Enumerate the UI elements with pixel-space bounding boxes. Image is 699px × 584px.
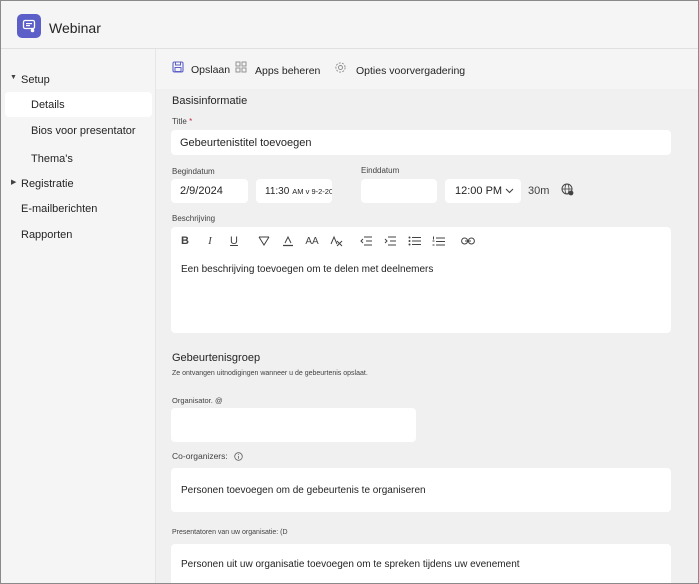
start-time-value: 11:30: [265, 185, 290, 197]
sidebar-item-setup[interactable]: Setup: [21, 74, 50, 86]
start-date-label: Begindatum: [172, 167, 215, 176]
title-input[interactable]: Gebeurtenistitel toevoegen: [171, 130, 671, 155]
description-label: Beschrijving: [172, 214, 216, 223]
presenters-label: Presentatoren van uw organisatie: (D: [172, 529, 288, 536]
numbered-list-icon[interactable]: [428, 233, 448, 249]
app-header: Webinar: [1, 1, 698, 49]
coorganizers-label-text: Co-organizers:: [172, 451, 228, 461]
organizer-field[interactable]: [171, 408, 416, 442]
save-button[interactable]: Opslaan: [191, 64, 230, 76]
start-time-extra: AM v 9-2-2024: [292, 186, 332, 196]
organizer-label: Organisator. @: [172, 396, 223, 405]
sidebar-item-reports[interactable]: Rapporten: [21, 229, 72, 241]
timezone-globe-icon[interactable]: [561, 183, 574, 196]
sidebar-item-label: Details: [31, 99, 65, 111]
gear-icon[interactable]: [334, 61, 347, 74]
bold-button[interactable]: B: [175, 233, 195, 249]
underline-button[interactable]: U: [224, 233, 244, 249]
end-date-field[interactable]: [361, 179, 437, 203]
coorganizers-placeholder: Personen toevoegen om de gebeurtenis te …: [181, 484, 426, 496]
description-editor[interactable]: B I U AA Een beschrijving toevoegen om t…: [171, 227, 671, 333]
sidebar-item-details[interactable]: Details: [5, 92, 152, 117]
required-marker: *: [189, 117, 193, 126]
section-event-group: Gebeurtenisgroep: [172, 352, 261, 364]
meeting-options-button[interactable]: Opties voorvergadering: [356, 65, 465, 77]
apps-icon[interactable]: [235, 61, 247, 73]
main-panel: Opslaan Apps beheren Opties voorvergader…: [156, 49, 698, 583]
start-date-value: 2/9/2024: [180, 185, 223, 197]
toolbar: Opslaan Apps beheren Opties voorvergader…: [156, 49, 698, 89]
end-date-label: Einddatum: [361, 166, 400, 175]
font-color-icon[interactable]: [278, 233, 298, 249]
presenters-placeholder: Personen uit uw organisatie toevoegen om…: [181, 559, 520, 570]
bulleted-list-icon[interactable]: [404, 233, 424, 249]
sidebar: ▼ Setup Details Bios voor presentator Th…: [1, 49, 156, 583]
highlight-icon[interactable]: [254, 233, 274, 249]
sidebar-item-themes[interactable]: Thema's: [31, 153, 73, 165]
font-size-button[interactable]: AA: [302, 233, 322, 249]
sidebar-item-email[interactable]: E-mailberichten: [21, 203, 97, 215]
title-label: Title *: [172, 117, 192, 126]
coorganizers-field[interactable]: Personen toevoegen om de gebeurtenis te …: [171, 468, 671, 512]
link-icon[interactable]: [458, 233, 478, 249]
editor-toolbar: B I U AA: [175, 233, 478, 249]
webinar-icon: [17, 14, 41, 38]
start-time-field[interactable]: 11:30 AM v 9-2-2024: [256, 179, 332, 203]
presenters-field[interactable]: Personen uit uw organisatie toevoegen om…: [171, 544, 671, 583]
sidebar-item-registration[interactable]: Registratie: [21, 178, 74, 190]
section-basic-info: Basisinformatie: [172, 95, 248, 107]
coorganizers-label: Co-organizers:: [172, 451, 243, 461]
italic-button[interactable]: I: [200, 233, 220, 249]
outdent-icon[interactable]: [356, 233, 376, 249]
webinar-window: Webinar ▼ Setup Details Bios voor presen…: [0, 0, 699, 584]
title-input-placeholder: Gebeurtenistitel toevoegen: [180, 136, 312, 149]
manage-apps-button[interactable]: Apps beheren: [255, 65, 320, 77]
caret-right-icon[interactable]: ▶: [11, 178, 16, 186]
end-time-value: 12:00 PM: [455, 185, 503, 197]
app-title: Webinar: [49, 20, 101, 36]
start-date-field[interactable]: 2/9/2024: [171, 179, 248, 203]
description-placeholder: Een beschrijving toevoegen om te delen m…: [181, 264, 434, 275]
caret-down-icon[interactable]: ▼: [10, 74, 17, 81]
info-icon[interactable]: [234, 452, 243, 461]
sidebar-item-bios[interactable]: Bios voor presentator: [31, 125, 136, 137]
indent-icon[interactable]: [380, 233, 400, 249]
end-time-field[interactable]: 12:00 PM: [445, 179, 521, 203]
save-icon[interactable]: [172, 61, 184, 73]
duration-text: 30m: [528, 185, 550, 197]
chevron-down-icon: [505, 186, 514, 195]
group-note: Ze ontvangen uitnodigingen wanneer u de …: [172, 370, 368, 377]
title-label-text: Title: [172, 117, 187, 126]
clear-format-icon[interactable]: [326, 233, 346, 249]
